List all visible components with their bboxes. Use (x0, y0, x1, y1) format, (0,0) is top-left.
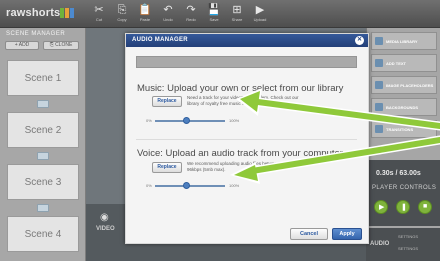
voice-volume-slider[interactable] (155, 185, 225, 187)
transition-icon[interactable] (37, 204, 49, 212)
dialog-header: AUDIO MANAGER ✕ (126, 34, 368, 47)
music-volume-handle[interactable] (183, 117, 190, 124)
audio-settings-2[interactable]: SETTINGS (398, 246, 418, 251)
toolbar-button-label: Redo (186, 17, 196, 22)
toolbar-button-label: Cut (95, 17, 103, 22)
media-icon (375, 37, 383, 45)
audio-manager-dialog: AUDIO MANAGER ✕ Music: Upload your own o… (125, 33, 369, 244)
upload-button[interactable]: ▶ Upload (249, 3, 271, 27)
cancel-button[interactable]: Cancel (290, 228, 328, 240)
scene-card-2[interactable]: Scene 2 (7, 112, 79, 148)
media-library-button[interactable]: MEDIA LIBRARY (371, 32, 437, 50)
section-divider (136, 139, 357, 140)
voice-section-title: Voice: Upload an audio track from your c… (137, 148, 343, 159)
cut-button[interactable]: ✂ Cut (88, 3, 110, 27)
video-label: VIDEO (96, 226, 115, 232)
copy-icon: ⎘ (117, 4, 127, 16)
music-section-title: Music: Upload your own or select from ou… (137, 83, 344, 94)
right-panel: MEDIA LIBRARY ADD TEXT IMAGE PLACEHOLDER… (366, 28, 440, 261)
redo-icon: ↷ (186, 4, 196, 16)
player-controls-title: PLAYER CONTROLS (372, 185, 437, 191)
scene-card-3[interactable]: Scene 3 (7, 164, 79, 200)
image-icon (375, 81, 383, 89)
save-button[interactable]: 💾 Save (203, 3, 225, 27)
transition-icon[interactable] (37, 152, 49, 160)
redo-button[interactable]: ↷ Redo (180, 3, 202, 27)
transition-icon[interactable] (37, 100, 49, 108)
music-replace-button[interactable]: Replace (152, 96, 182, 107)
save-icon: 💾 (207, 4, 221, 16)
undo-button[interactable]: ↶ Undo (157, 3, 179, 27)
upload-icon: ▶ (255, 4, 265, 16)
play-button[interactable]: ▶ (374, 200, 388, 214)
transition-icon (375, 125, 383, 133)
cut-icon: ✂ (94, 4, 104, 16)
music-volume-slider[interactable] (155, 120, 225, 122)
pause-button[interactable]: ❚ (396, 200, 410, 214)
scene-manager-panel: SCENE MANAGER + ADD ⎘ CLONE Scene 1 Scen… (0, 28, 86, 261)
paste-icon: 📋 (138, 4, 152, 16)
voice-volume-handle[interactable] (183, 182, 190, 189)
backgrounds-button[interactable]: BACKGROUNDS (371, 98, 437, 116)
eye-icon[interactable]: ◉ (100, 212, 109, 223)
apply-button[interactable]: Apply (332, 228, 362, 240)
stop-icon: ■ (423, 203, 428, 210)
undo-icon: ↶ (163, 4, 173, 16)
scene-name: Scene 3 (24, 177, 62, 188)
transitions-button[interactable]: TRANSITIONS (371, 120, 437, 138)
toolbar-button-label: Share (231, 17, 243, 22)
copy-button[interactable]: ⎘ Copy (111, 3, 133, 27)
background-icon (375, 103, 383, 111)
add-text-button[interactable]: ADD TEXT (371, 54, 437, 72)
share-icon: ⊞ (232, 4, 242, 16)
play-icon: ▶ (379, 204, 385, 211)
time-display: 0.30s / 63.00s (376, 170, 421, 177)
toolbar-button-label: Save (209, 17, 219, 22)
toolbar-button-label: Copy (117, 17, 127, 22)
logo-mark-icon (60, 8, 74, 18)
close-icon[interactable]: ✕ (355, 36, 364, 45)
voice-volume-max: 100% (229, 183, 240, 188)
voice-description: We recommend uploading audio files betwe… (187, 161, 304, 172)
app-logo: rawshorts (6, 7, 61, 19)
audio-settings-1[interactable]: SETTINGS (398, 234, 418, 239)
toolbar-button-label: Paste (139, 17, 151, 22)
audio-label: AUDIO (370, 241, 390, 247)
text-icon (375, 59, 383, 67)
scene-card-4[interactable]: Scene 4 (7, 216, 79, 252)
pause-icon: ❚ (401, 204, 407, 211)
paste-button[interactable]: 📋 Paste (134, 3, 156, 27)
toolbar-button-label: Upload (253, 17, 267, 22)
dialog-banner (136, 56, 357, 68)
clone-scene-button[interactable]: ⎘ CLONE (43, 41, 79, 50)
scene-name: Scene 4 (24, 229, 62, 240)
add-scene-button[interactable]: + ADD (5, 41, 39, 50)
scene-name: Scene 2 (24, 125, 62, 136)
toolbar-button-label: Undo (163, 17, 173, 22)
music-description: Need a track for your video? No problem.… (187, 95, 299, 106)
voice-volume-min: 0% (146, 183, 152, 188)
scene-card-1[interactable]: Scene 1 (7, 60, 79, 96)
scene-name: Scene 1 (24, 73, 62, 84)
top-toolbar: rawshorts ✂ Cut ⎘ Copy 📋 Paste ↶ Undo ↷ Redo 💾 Save… (0, 0, 440, 28)
music-volume-min: 0% (146, 118, 152, 123)
voice-replace-button[interactable]: Replace (152, 162, 182, 173)
music-volume-max: 100% (229, 118, 240, 123)
scene-manager-title: SCENE MANAGER (6, 31, 66, 37)
image-placeholders-button[interactable]: IMAGE PLACEHOLDERS (371, 76, 437, 94)
share-button[interactable]: ⊞ Share (226, 3, 248, 27)
dialog-title: AUDIO MANAGER (132, 37, 188, 43)
stop-button[interactable]: ■ (418, 200, 432, 214)
